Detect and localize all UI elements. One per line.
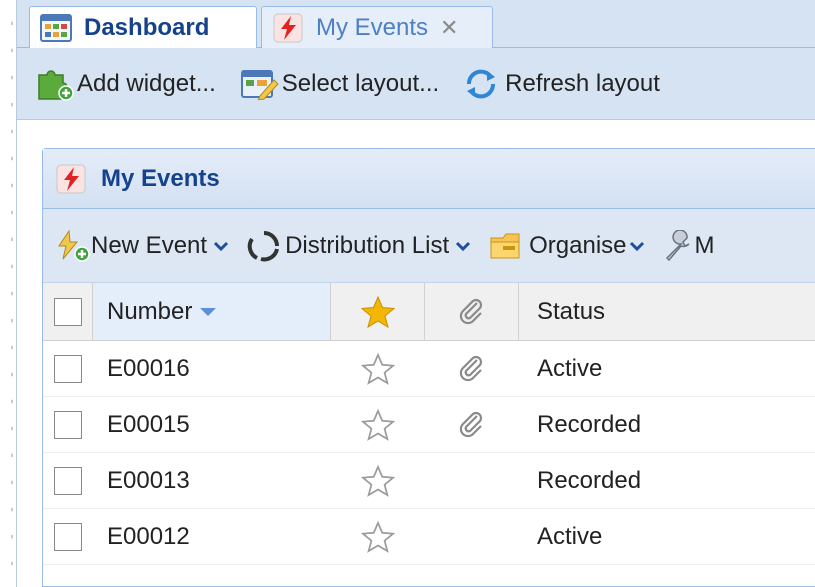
table-row[interactable]: E00013 Recorded <box>43 453 815 509</box>
event-number: E00016 <box>107 354 190 382</box>
star-outline-icon[interactable] <box>361 408 395 441</box>
layout-edit-icon <box>240 68 280 100</box>
tab-my-events[interactable]: My Events ✕ <box>261 6 493 48</box>
attachment-cell <box>425 341 519 396</box>
row-select-cell <box>43 509 93 564</box>
refresh-layout-button[interactable]: Refresh layout <box>463 68 660 100</box>
wrench-icon <box>663 229 695 262</box>
add-widget-label: Add widget... <box>77 69 216 97</box>
left-edge-dots <box>0 0 16 587</box>
status-cell: Recorded <box>519 453 815 508</box>
event-number: E00012 <box>107 522 190 550</box>
event-status: Active <box>537 354 603 382</box>
row-checkbox[interactable] <box>54 466 82 495</box>
column-header-number-label: Number <box>107 297 193 325</box>
new-event-icon <box>55 229 91 263</box>
status-cell: Active <box>519 341 815 396</box>
sort-desc-icon <box>200 307 217 316</box>
event-number-cell[interactable]: E00015 <box>93 397 331 452</box>
event-number-cell[interactable]: E00013 <box>93 453 331 508</box>
select-all-checkbox[interactable] <box>53 297 82 326</box>
close-icon[interactable]: ✕ <box>440 15 458 41</box>
event-icon <box>272 12 304 44</box>
event-number-cell[interactable]: E00016 <box>93 341 331 396</box>
column-header-favourite[interactable] <box>331 283 425 340</box>
panel-header[interactable]: My Events <box>43 149 815 209</box>
row-select-cell <box>43 397 93 452</box>
new-event-button[interactable]: New Event <box>55 229 229 263</box>
event-number: E00015 <box>107 410 190 438</box>
favourite-cell[interactable] <box>331 341 425 396</box>
status-cell: Recorded <box>519 397 815 452</box>
refresh-layout-label: Refresh layout <box>505 69 660 97</box>
panel-title: My Events <box>101 164 220 192</box>
dashboard-icon <box>40 14 72 42</box>
new-event-label: New Event <box>91 231 208 259</box>
row-checkbox[interactable] <box>54 522 82 551</box>
chevron-down-icon <box>455 240 471 252</box>
column-header-status[interactable]: Status <box>519 283 815 340</box>
table-row[interactable]: E00016 Active <box>43 341 815 397</box>
distribution-list-label: Distribution List <box>285 231 450 259</box>
more-label: M <box>694 231 715 259</box>
organise-label: Organise <box>529 231 627 259</box>
tab-bar: Dashboard My Events ✕ <box>17 0 815 49</box>
add-widget-button[interactable]: Add widget... <box>35 67 216 101</box>
tab-dashboard[interactable]: Dashboard <box>29 6 257 49</box>
star-outline-icon[interactable] <box>361 520 395 553</box>
grid-header-row: Number Status <box>43 283 815 341</box>
column-header-status-label: Status <box>537 297 606 325</box>
event-icon <box>55 163 87 195</box>
tab-my-events-label: My Events <box>316 13 429 41</box>
paperclip-icon[interactable] <box>457 354 487 384</box>
paperclip-icon <box>457 297 487 327</box>
row-select-cell <box>43 453 93 508</box>
favourite-cell[interactable] <box>331 397 425 452</box>
row-select-cell <box>43 341 93 396</box>
favourite-cell[interactable] <box>331 453 425 508</box>
table-row[interactable]: E00012 Active <box>43 509 815 565</box>
star-filled-icon <box>360 295 396 329</box>
tab-dashboard-label: Dashboard <box>84 14 210 41</box>
select-layout-button[interactable]: Select layout... <box>240 68 439 100</box>
row-checkbox[interactable] <box>54 410 82 439</box>
status-cell: Active <box>519 509 815 564</box>
chevron-down-icon <box>629 240 645 252</box>
attachment-cell <box>425 397 519 452</box>
star-outline-icon[interactable] <box>361 352 395 385</box>
column-header-attachment[interactable] <box>425 283 519 340</box>
my-events-panel: My Events New Event Distribution List Or… <box>42 148 815 587</box>
attachment-cell <box>425 453 519 508</box>
distribution-list-icon <box>247 229 281 263</box>
event-status: Recorded <box>537 410 642 438</box>
star-outline-icon[interactable] <box>361 464 395 497</box>
attachment-cell <box>425 509 519 564</box>
folder-icon <box>489 230 527 262</box>
more-button[interactable]: M <box>663 229 715 262</box>
events-grid: Number Status E00016 Active E00015 Recorded… <box>43 283 815 565</box>
paperclip-icon[interactable] <box>457 410 487 440</box>
grid-body: E00016 Active E00015 Recorded E00013 Recorded… <box>43 341 815 565</box>
organise-button[interactable]: Organise <box>489 230 644 262</box>
select-layout-label: Select layout... <box>281 69 440 97</box>
puzzle-add-icon <box>35 67 75 101</box>
row-checkbox[interactable] <box>54 354 82 383</box>
event-status: Recorded <box>537 466 642 494</box>
favourite-cell[interactable] <box>331 509 425 564</box>
refresh-icon <box>463 68 499 100</box>
events-toolbar: New Event Distribution List Organise M <box>43 209 815 283</box>
distribution-list-button[interactable]: Distribution List <box>247 229 471 263</box>
select-all-cell <box>43 283 93 340</box>
event-number-cell[interactable]: E00012 <box>93 509 331 564</box>
table-row[interactable]: E00015 Recorded <box>43 397 815 453</box>
event-number: E00013 <box>107 466 190 494</box>
event-status: Active <box>537 522 603 550</box>
chevron-down-icon <box>213 240 229 252</box>
dashboard-toolbar: Add widget... Select layout... Refresh l… <box>17 48 815 120</box>
column-header-number[interactable]: Number <box>93 283 331 340</box>
